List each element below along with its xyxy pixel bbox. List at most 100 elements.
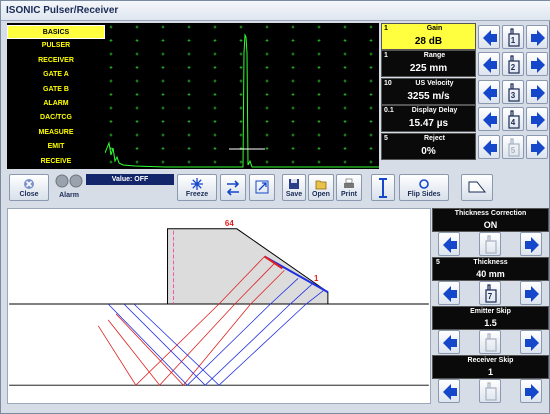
increase-button[interactable]: [520, 232, 542, 256]
increase-button[interactable]: [526, 25, 548, 49]
step-button[interactable]: 3: [502, 79, 524, 104]
param-step: 0.1: [384, 107, 394, 115]
probe-shape-button[interactable]: [461, 174, 493, 201]
setting-value-box[interactable]: 5 Thickness 40 mm: [432, 257, 549, 281]
menu-item-pulser[interactable]: PULSER: [7, 39, 105, 53]
increase-button[interactable]: [520, 330, 542, 354]
decrease-button[interactable]: [438, 330, 460, 354]
grid-mark: [239, 25, 243, 29]
freeze-button[interactable]: Freeze: [177, 174, 217, 201]
param-value-box[interactable]: 1 Gain 28 dB: [381, 23, 476, 50]
grid-mark: [265, 106, 269, 110]
decrease-button[interactable]: [438, 281, 460, 305]
grid-mark: [369, 133, 373, 137]
decrease-button[interactable]: [438, 379, 460, 403]
step-button[interactable]: [479, 330, 501, 354]
menu-item-alarm[interactable]: ALARM: [7, 97, 105, 111]
setting-value-box[interactable]: Emitter Skip 1.5: [432, 306, 549, 330]
grid-mark: [343, 52, 347, 56]
step-digit: 7: [487, 292, 493, 301]
increase-button[interactable]: [526, 107, 548, 132]
step-button[interactable]: 1: [502, 25, 524, 49]
grid-mark: [317, 160, 321, 164]
arrow-left-icon: [483, 30, 497, 46]
hand-pointer-icon: [485, 382, 497, 401]
grid-mark: [109, 160, 113, 164]
step-button[interactable]: 2: [502, 52, 524, 77]
grid-mark: [291, 160, 295, 164]
decrease-button[interactable]: [478, 134, 500, 159]
step-button[interactable]: 5: [502, 134, 524, 159]
increase-button[interactable]: [520, 281, 542, 305]
grid-mark: [187, 120, 191, 123]
param-row-display-delay: 0.1 Display Delay 15.47 µs 4: [381, 105, 549, 133]
param-row-us-velocity: 10 US Velocity 3255 m/s 3: [381, 77, 549, 105]
menu-item-gate-a[interactable]: GATE A: [7, 68, 105, 82]
menu-item-gate-b[interactable]: GATE B: [7, 83, 105, 97]
grid-mark: [317, 52, 321, 56]
printer-icon: [344, 178, 354, 188]
grid-mark: [135, 133, 139, 137]
increase-button[interactable]: [526, 134, 548, 159]
grid-mark: [369, 79, 373, 83]
increase-button[interactable]: [526, 52, 548, 77]
grid-mark: [369, 52, 373, 56]
param-value-box[interactable]: 5 Reject 0%: [381, 132, 476, 160]
grid-mark: [369, 106, 373, 110]
param-title: Gain: [426, 25, 443, 32]
menu-item-measure[interactable]: MEASURE: [7, 126, 105, 140]
decrease-button[interactable]: [478, 25, 500, 49]
setting-value-box[interactable]: Thickness Correction ON: [432, 208, 549, 232]
menu-item-basics[interactable]: BASICS: [7, 25, 105, 39]
swap-button[interactable]: [220, 174, 246, 201]
grid-mark: [135, 147, 139, 150]
param-row-range: 1 Range 225 mm 2: [381, 50, 549, 78]
menu-item-receive[interactable]: RECEIVE: [7, 155, 105, 169]
step-button[interactable]: 4: [502, 107, 524, 132]
menu-item-receiver[interactable]: RECEIVER: [7, 54, 105, 68]
setting-thickness: 5 Thickness 40 mm 7: [432, 257, 549, 305]
arrow-right-icon: [531, 57, 545, 74]
increase-button[interactable]: [526, 79, 548, 104]
grid-mark: [343, 39, 347, 42]
close-button[interactable]: Close: [9, 174, 49, 201]
decrease-button[interactable]: [478, 107, 500, 132]
grid-mark: [343, 120, 347, 123]
arrow-right-icon: [525, 384, 539, 400]
decrease-button[interactable]: [478, 52, 500, 77]
step-button[interactable]: [479, 379, 501, 403]
flip-sides-button[interactable]: Flip Sides: [399, 174, 449, 201]
menu-item-emit[interactable]: EMIT: [7, 140, 105, 154]
param-title: Range: [423, 52, 446, 60]
arrow-right-icon: [525, 237, 539, 253]
snowflake-icon: [191, 178, 203, 190]
step-button[interactable]: 7: [479, 281, 501, 305]
step-digit: 2: [510, 63, 516, 73]
grid-mark: [109, 52, 113, 56]
setting-value: 1: [487, 367, 493, 377]
param-value: 15.47 µs: [408, 118, 449, 130]
step-button[interactable]: [479, 232, 501, 256]
grid-mark: [187, 79, 191, 83]
grid-mark: [239, 93, 243, 96]
grid-mark: [317, 147, 321, 150]
last-element-label: 1: [314, 274, 319, 283]
increase-button[interactable]: [520, 379, 542, 403]
zoom-button[interactable]: [249, 174, 275, 201]
grid-mark: [161, 106, 165, 110]
param-value-box[interactable]: 10 US Velocity 3255 m/s: [381, 77, 476, 105]
info-button[interactable]: [371, 174, 395, 201]
grid-mark: [109, 93, 113, 96]
grid-mark: [161, 39, 165, 42]
param-value: 0%: [421, 145, 436, 157]
save-button[interactable]: Save: [282, 174, 306, 201]
param-value-box[interactable]: 1 Range 225 mm: [381, 50, 476, 78]
decrease-button[interactable]: [478, 79, 500, 104]
decrease-button[interactable]: [438, 232, 460, 256]
param-value-box[interactable]: 0.1 Display Delay 15.47 µs: [381, 105, 476, 133]
print-button[interactable]: Print: [336, 174, 362, 201]
grid-mark: [213, 25, 217, 29]
setting-value-box[interactable]: Receiver Skip 1: [432, 355, 549, 379]
menu-item-dac-tcg[interactable]: DAC/TCG: [7, 111, 105, 125]
open-button[interactable]: Open: [308, 174, 334, 201]
